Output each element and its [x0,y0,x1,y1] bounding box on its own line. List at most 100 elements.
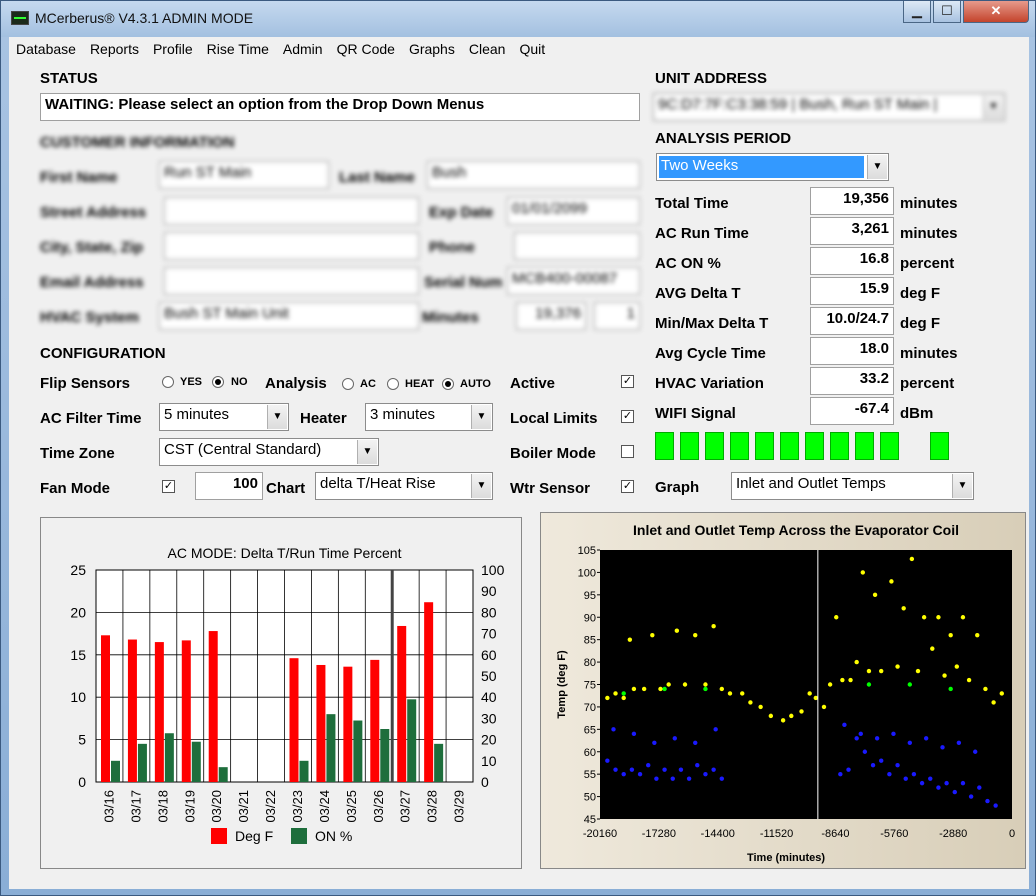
stat-value: 15.9 [810,277,894,305]
chevron-down-icon[interactable]: ▼ [983,95,1003,119]
data-point [977,785,982,790]
y-left-tick: 10 [70,689,86,705]
flip-sensors-label: Flip Sensors [40,375,131,392]
data-point [631,686,637,692]
data-point [954,664,960,669]
menu-profile[interactable]: Profile [146,41,200,57]
title-bar[interactable]: MCerberus® V4.3.1 ADMIN MODE ▁ ☐ ✕ [1,1,1035,37]
x-tick-label: 03/20 [209,790,224,823]
y-right-tick: 100 [481,562,505,578]
hvac-input[interactable]: Bush ST Main Unit [159,302,419,330]
wifi-signal-meter [655,432,985,462]
chevron-down-icon[interactable]: ▼ [471,405,491,429]
fan-mode-checkbox[interactable]: ✓ [162,480,175,493]
chevron-down-icon[interactable]: ▼ [952,474,972,498]
filter-time-select[interactable]: 5 minutes ▼ [159,403,289,431]
x-tick: -5760 [880,828,908,840]
serial-input[interactable]: MCB400-00087 [507,267,640,295]
signal-bar [880,432,899,460]
time-zone-label: Time Zone [40,445,115,462]
first-name-input[interactable]: Run ST Main [159,161,329,189]
menu-rise-time[interactable]: Rise Time [200,41,276,57]
menu-database[interactable]: Database [9,41,83,57]
data-point [605,758,610,763]
time-zone-select[interactable]: CST (Central Standard) ▼ [159,438,379,466]
bar-on-pct [407,699,417,782]
status-field: WAITING: Please select an option from th… [40,93,640,121]
analysis-period-select[interactable]: Two Weeks ▼ [656,153,889,181]
menu-clean[interactable]: Clean [462,41,513,57]
menu-reports[interactable]: Reports [83,41,146,57]
exp-input[interactable]: 01/01/2099 [507,197,640,225]
flip-yes-radio[interactable] [162,376,174,388]
y-right-tick: 0 [481,774,489,790]
stat-label: Min/Max Delta T [655,315,769,332]
menu-admin[interactable]: Admin [276,41,330,57]
chart-select[interactable]: delta T/Heat Rise ▼ [315,472,493,500]
menu-quit[interactable]: Quit [512,41,552,57]
analysis-auto-radio[interactable] [442,378,454,390]
minimize-button[interactable]: ▁ [903,1,931,23]
graph-select[interactable]: Inlet and Outlet Temps ▼ [731,472,974,500]
last-name-input[interactable]: Bush [427,161,640,189]
data-point [674,628,680,633]
fan-mode-input[interactable]: 100 [195,472,263,500]
x-tick: -20160 [583,828,617,840]
stat-label: WIFI Signal [655,405,736,422]
client-area: STATUS WAITING: Please select an option … [9,61,1029,889]
y-tick: 65 [584,724,596,736]
data-point [654,776,659,781]
serial-label: Serial Num [424,274,503,291]
data-point [748,700,753,705]
chevron-down-icon[interactable]: ▼ [471,474,491,498]
local-limits-checkbox[interactable]: ✓ [621,410,634,423]
data-point [821,704,827,710]
stat-label: AC ON % [655,255,721,272]
data-point [662,767,667,772]
data-point [842,722,847,728]
stat-label: Total Time [655,195,729,212]
data-point [975,632,980,638]
app-window: MCerberus® V4.3.1 ADMIN MODE ▁ ☐ ✕ Datab… [0,0,1036,896]
y-tick: 60 [584,747,596,759]
data-point [923,736,929,741]
data-point [662,686,667,692]
minutes-input-2[interactable]: 1 [594,302,640,330]
x-tick-label: 03/17 [128,790,143,823]
unit-address-select[interactable]: 9C:D7:7F:C3:38:59 | Bush, Run ST Main | … [653,93,1005,121]
street-input[interactable] [164,197,419,225]
maximize-button[interactable]: ☐ [933,1,961,23]
data-point [840,677,845,683]
wtr-sensor-checkbox[interactable]: ✓ [621,480,634,493]
minutes-input[interactable]: 19,376 [516,302,586,330]
data-point [621,771,626,777]
minutes-label: Minutes [422,309,479,326]
close-button[interactable]: ✕ [963,1,1029,23]
chevron-down-icon[interactable]: ▼ [867,155,887,179]
y-tick: 70 [584,702,596,714]
stat-unit: deg F [900,285,940,302]
data-point [641,686,647,692]
flip-no-radio[interactable] [212,376,224,388]
heater-select[interactable]: 3 minutes ▼ [365,403,493,431]
legend-label-deg-f: Deg F [235,828,273,844]
email-input[interactable] [164,267,419,295]
x-tick: 0 [1009,828,1015,840]
active-checkbox[interactable]: ✓ [621,375,634,388]
heater-label: Heater [300,410,347,427]
y-tick: 50 [584,792,596,804]
menu-graphs[interactable]: Graphs [402,41,462,57]
city-input[interactable] [164,232,419,260]
chevron-down-icon[interactable]: ▼ [357,440,377,464]
analysis-ac-radio[interactable] [342,378,354,390]
data-point [703,686,708,692]
analysis-heat-radio[interactable] [387,378,399,390]
data-point [879,668,884,674]
menu-qr-code[interactable]: QR Code [330,41,402,57]
chevron-down-icon[interactable]: ▼ [267,405,287,429]
stat-unit: percent [900,255,955,272]
boiler-mode-checkbox[interactable] [621,445,634,458]
configuration-heading: CONFIGURATION [40,345,166,362]
signal-bar [855,432,874,460]
phone-input[interactable] [514,232,640,260]
